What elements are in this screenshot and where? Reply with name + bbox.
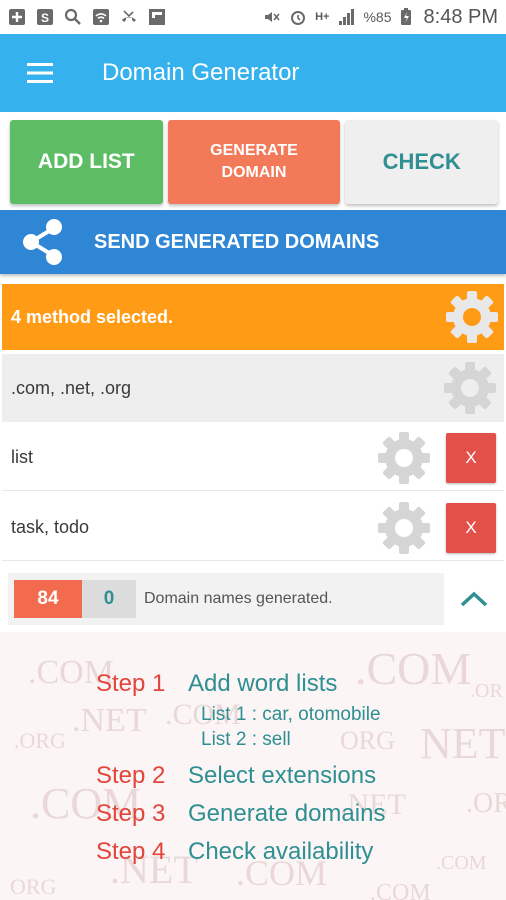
generate-label-line1: GENERATE [210,142,298,159]
list-label: list [11,447,33,467]
wifi-box-icon [93,9,109,25]
step-item: Step 2 Select extensions [96,762,385,800]
action-buttons: ADD LIST GENERATE DOMAIN CHECK [0,112,506,208]
method-row[interactable]: 4 method selected. [2,284,504,350]
extensions-row[interactable]: .com, .net, .org [2,354,504,422]
step-number: Step 2 [96,762,166,789]
step-number: Step 4 [96,838,166,865]
list-item[interactable]: task, todo X [2,495,504,561]
battery-percent: %85 [363,9,392,25]
add-list-button[interactable]: ADD LIST [10,120,163,204]
method-label: 4 method selected. [11,306,174,327]
step-text: Add word lists [188,670,338,697]
method-settings-gear-icon[interactable] [442,287,502,347]
step-number: Step 3 [96,800,166,827]
clock: 8:48 PM [423,5,498,28]
chevron-up-icon[interactable] [444,573,504,625]
mute-icon [265,12,280,22]
generated-count-badge: 84 [14,580,82,618]
steps-list: Step 1 Add word lists List 1 : car, otom… [96,670,385,876]
alarm-icon [291,11,306,25]
app-bar: Domain Generator [0,34,506,112]
step-text: Generate domains [188,800,386,827]
app-title: Domain Generator [102,59,300,86]
step-number: Step 1 [96,670,166,697]
generate-domain-button[interactable]: GENERATE DOMAIN [167,120,341,204]
step1-details: List 1 : car, otomobile List 2 : sell [96,702,385,752]
instructions-panel: .COM .COM .NET .COM NET .ORG ORG .OR .CO… [0,632,506,900]
step1-detail: List 1 : car, otomobile [201,704,381,725]
generated-label: Domain names generated. [144,590,333,607]
step-text: Select extensions [188,762,377,789]
share-icon [12,210,74,274]
network-type-label: H+ [315,11,330,23]
step1-detail: List 2 : sell [201,729,291,750]
search-icon [64,8,81,25]
step-item: Step 3 Generate domains [96,800,385,838]
step-text: Check availability [188,838,374,865]
remove-list-button[interactable]: X [446,432,496,483]
step-item: Step 4 Check availability [96,838,385,876]
svg-text:S: S [41,11,49,25]
app-s-icon: S [37,9,53,25]
extensions-label: .com, .net, .org [11,377,132,398]
generation-summary: 84 0 Domain names generated. [8,573,504,625]
list-label: task, todo [11,517,90,537]
send-label: SEND GENERATED DOMAINS [94,230,380,253]
battery-charging-icon [400,8,411,25]
flipboard-icon [149,9,165,25]
add-notification-icon [9,9,25,25]
list-settings-gear-icon[interactable] [374,498,434,558]
extensions-settings-gear-icon[interactable] [440,358,500,418]
send-generated-domains-button[interactable]: SEND GENERATED DOMAINS [0,210,506,274]
counts-box: 84 0 Domain names generated. [8,573,444,625]
checked-count-badge: 0 [82,580,136,618]
status-bar: S H+ %85 8:48 PM [0,0,506,34]
check-button[interactable]: CHECK [345,120,499,204]
remove-list-button[interactable]: X [446,502,496,553]
list-item[interactable]: list X [2,425,504,491]
missed-call-icon [122,10,136,22]
signal-icon [339,9,355,25]
list-settings-gear-icon[interactable] [374,428,434,488]
hamburger-menu-icon[interactable] [14,34,66,112]
generate-label-line2: DOMAIN [221,164,287,181]
